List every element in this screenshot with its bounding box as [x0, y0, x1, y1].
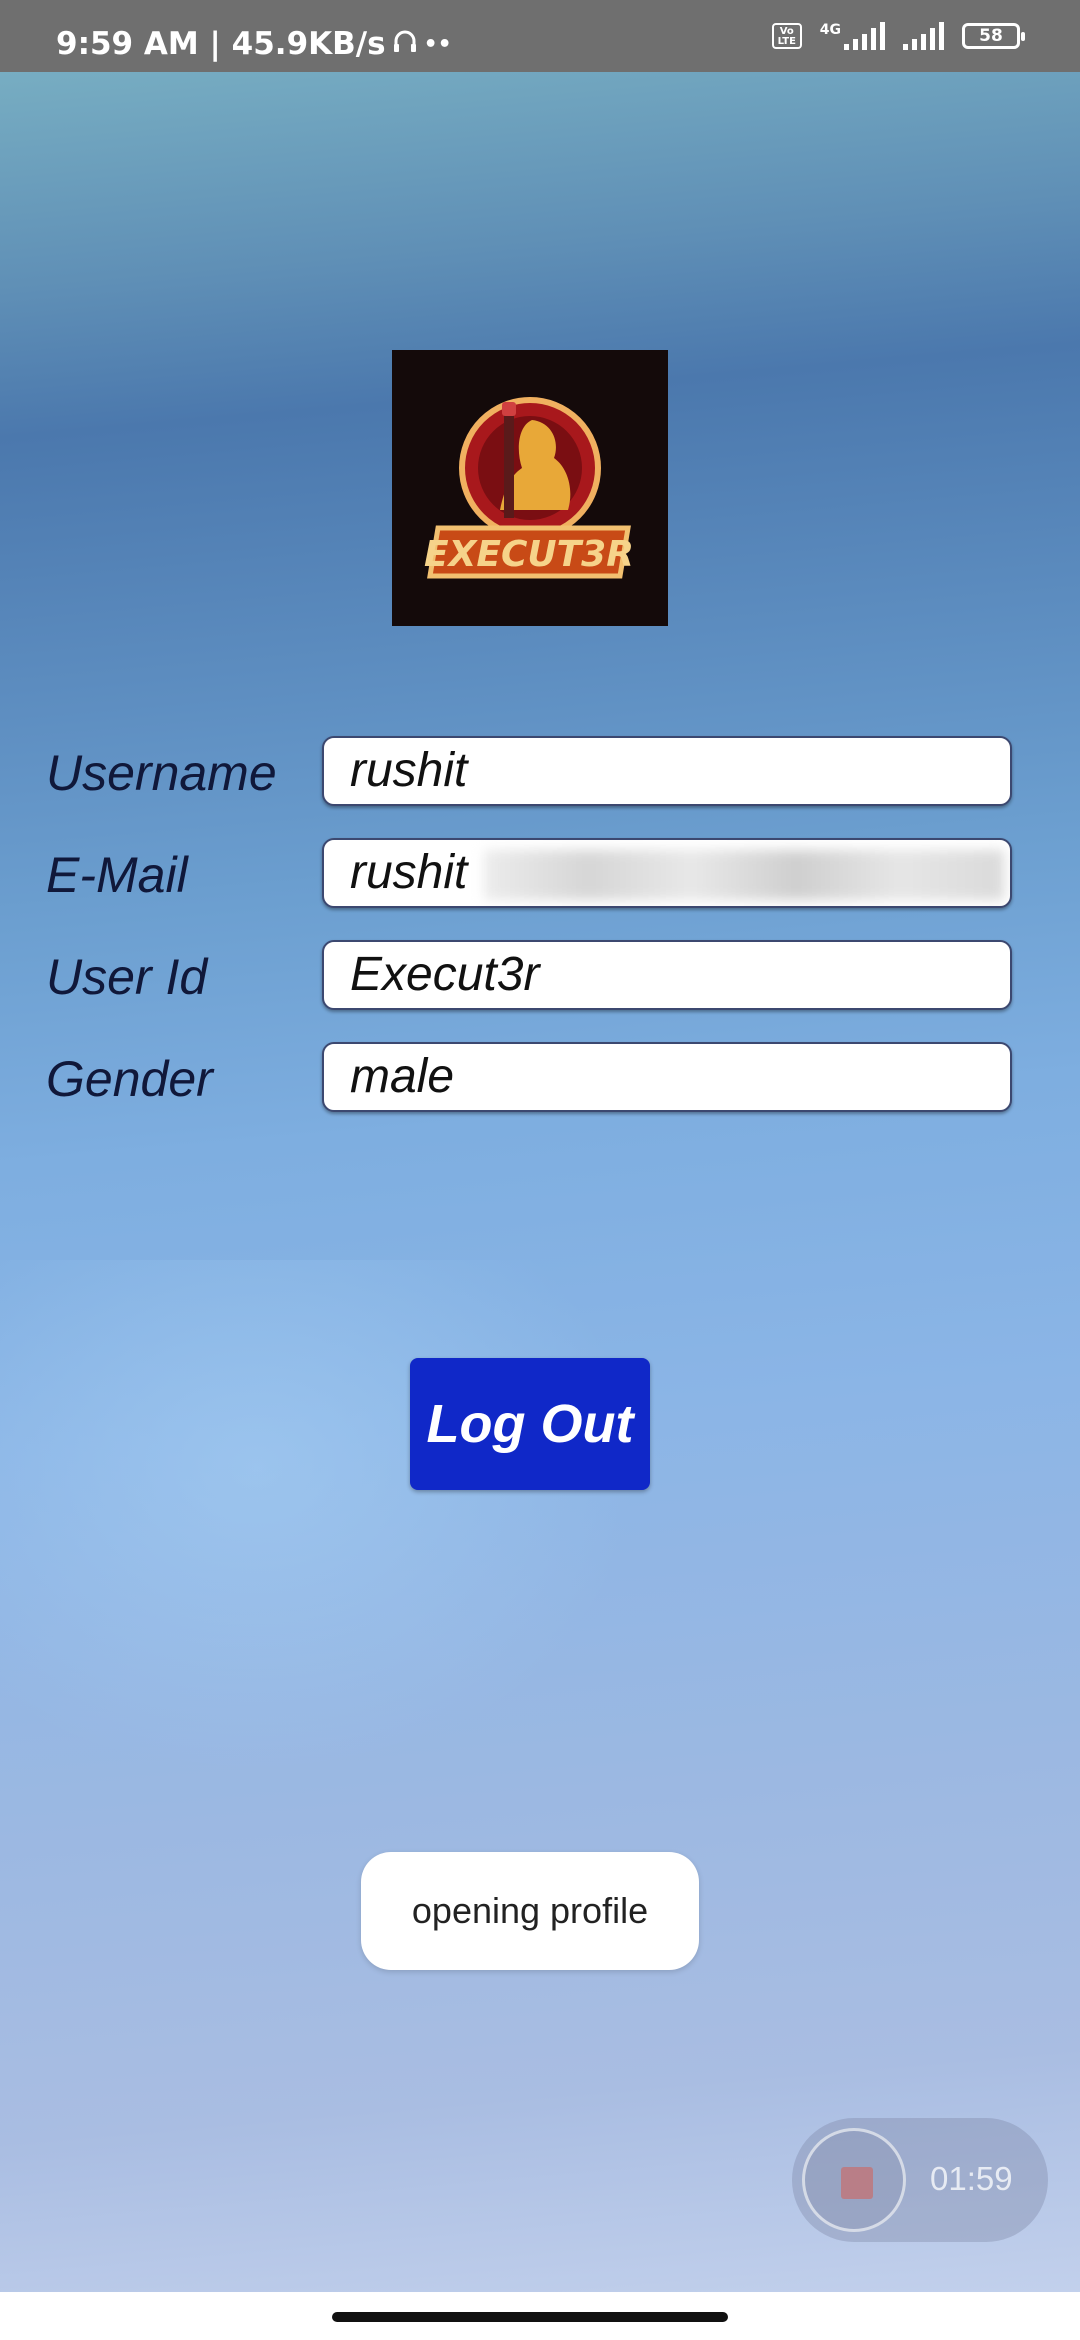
signal-icon — [903, 22, 944, 50]
record-stop-button[interactable] — [802, 2128, 906, 2232]
toast-message: opening profile — [361, 1852, 699, 1970]
userid-value: Execut3r — [350, 948, 540, 1001]
username-row: Username rushit — [0, 736, 1080, 812]
recording-time: 01:59 — [930, 2160, 1013, 2197]
logo-text: EXECUT3R — [424, 534, 634, 575]
logout-button[interactable]: Log Out — [410, 1358, 650, 1490]
status-left: 9:59 AM | 45.9KB/s •• — [56, 26, 452, 62]
username-field[interactable]: rushit — [322, 736, 1012, 806]
gender-row: Gender male — [0, 1042, 1080, 1118]
stop-icon — [841, 2167, 873, 2199]
gender-value: male — [350, 1050, 455, 1103]
userid-label: User Id — [46, 949, 208, 1005]
battery-icon: 58 — [962, 23, 1025, 49]
email-label: E-Mail — [46, 847, 188, 903]
volte-icon: Vo LTE — [771, 23, 802, 49]
userid-field[interactable]: Execut3r — [322, 940, 1012, 1010]
execut3r-logo-icon: EXECUT3R — [392, 350, 668, 626]
email-field[interactable]: rushit — [322, 838, 1012, 908]
home-gesture-handle[interactable] — [332, 2312, 728, 2322]
navigation-bar — [0, 2292, 1080, 2340]
gender-label: Gender — [46, 1051, 213, 1107]
status-bar: 9:59 AM | 45.9KB/s •• Vo LTE 4G 58 — [0, 0, 1080, 72]
profile-logo: EXECUT3R — [392, 350, 668, 626]
userid-row: User Id Execut3r — [0, 940, 1080, 1016]
status-right: Vo LTE 4G 58 — [771, 22, 1025, 50]
username-label: Username — [46, 745, 277, 801]
background-glow — [0, 1260, 640, 1780]
status-time-speed: 9:59 AM | 45.9KB/s — [56, 26, 386, 62]
username-value: rushit — [350, 744, 468, 797]
more-notifications-icon: •• — [423, 31, 452, 57]
gender-field[interactable]: male — [322, 1042, 1012, 1112]
signal-4g-icon: 4G — [820, 22, 885, 50]
headset-icon — [392, 26, 418, 62]
email-value: rushit — [350, 846, 468, 899]
screen-recorder-widget[interactable]: 01:59 — [792, 2118, 1048, 2242]
network-type-label: 4G — [819, 22, 841, 38]
battery-level: 58 — [979, 26, 1003, 46]
email-row: E-Mail rushit — [0, 838, 1080, 914]
email-redaction-blur — [484, 850, 1004, 900]
